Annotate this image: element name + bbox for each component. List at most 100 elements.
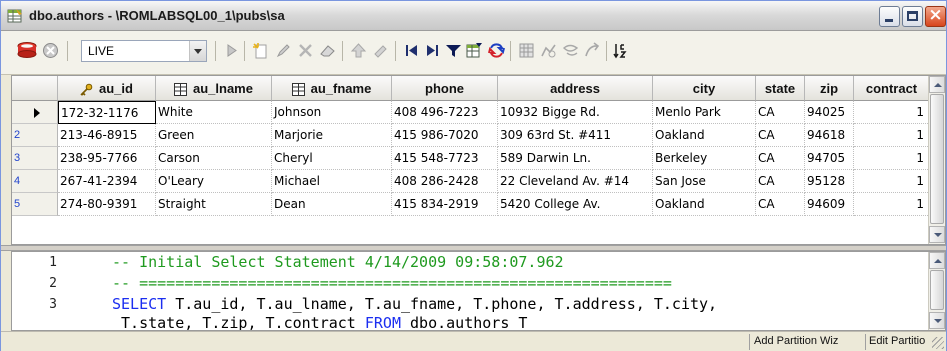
close-button[interactable]: × (925, 5, 946, 27)
cell-contract[interactable]: 1 (854, 147, 930, 170)
table-row[interactable]: 3 238-95-7766 Carson Cheryl 415 548-7723 589 … (12, 147, 945, 170)
cell-zip[interactable]: 94618 (805, 124, 854, 147)
clear-icon[interactable] (319, 42, 336, 59)
cell-au-id[interactable]: 213-46-8915 (58, 124, 156, 147)
filter-icon[interactable] (445, 42, 462, 59)
cell-au-lname[interactable]: O'Leary (156, 170, 272, 193)
new-icon[interactable] (252, 42, 269, 59)
disconnect-icon[interactable] (42, 42, 59, 59)
scroll-down-button[interactable] (929, 226, 945, 243)
cell-zip[interactable]: 94025 (805, 101, 854, 124)
column-header-phone[interactable]: phone (392, 76, 498, 101)
sort-icon[interactable] (613, 42, 630, 59)
chart-icon[interactable] (540, 42, 557, 59)
row-header[interactable]: 4 (12, 170, 58, 193)
delete-icon[interactable] (297, 42, 314, 59)
editor-vertical-scrollbar[interactable] (928, 252, 945, 330)
cell-au-id[interactable]: 238-95-7766 (58, 147, 156, 170)
cell-contract[interactable]: 1 (854, 101, 930, 124)
cell-contract[interactable]: 1 (854, 193, 930, 216)
grid-icon[interactable] (518, 42, 535, 59)
execute-icon[interactable] (223, 42, 240, 59)
cell-phone[interactable]: 408 286-2428 (392, 170, 498, 193)
cell-zip[interactable]: 95128 (805, 170, 854, 193)
scroll-up-button[interactable] (929, 252, 945, 269)
cell-contract[interactable]: 1 (854, 170, 930, 193)
title-bar[interactable]: dbo.authors - \ROMLABSQL00_1\pubs\sa × (1, 1, 946, 31)
table-row[interactable]: 2 213-46-8915 Green Marjorie 415 986-7020 309… (12, 124, 945, 147)
cell-au-fname[interactable]: Michael (272, 170, 392, 193)
column-header-zip[interactable]: zip (805, 76, 854, 101)
cell-au-fname[interactable]: Cheryl (272, 147, 392, 170)
table-row[interactable]: 4 267-41-2394 O'Leary Michael 408 286-2428 22… (12, 170, 945, 193)
last-record-icon[interactable] (424, 42, 441, 59)
cell-au-fname[interactable]: Johnson (272, 101, 392, 124)
export-icon[interactable] (584, 42, 601, 59)
table-row[interactable]: 172-32-1176 White Johnson 408 496-7223 10932… (12, 101, 945, 124)
sql-editor[interactable]: 1 2 3 4 -- Initial Select Statement 4/14… (11, 251, 946, 331)
column-header-contract[interactable]: contract (854, 76, 930, 101)
scroll-thumb[interactable] (930, 270, 944, 310)
cell-address[interactable]: 10932 Bigge Rd. (498, 101, 653, 124)
column-header-au-lname[interactable]: au_lname (156, 76, 272, 101)
cell-state[interactable]: CA (756, 101, 805, 124)
connect-icon[interactable] (16, 42, 38, 59)
cell-address[interactable]: 309 63rd St. #411 (498, 124, 653, 147)
scroll-down-button[interactable] (929, 312, 945, 329)
status-add-partition-wizard[interactable]: Add Partition Wiz (754, 335, 862, 347)
cell-state[interactable]: CA (756, 147, 805, 170)
row-header[interactable]: 3 (12, 147, 58, 170)
cell-au-lname[interactable]: Carson (156, 147, 272, 170)
cell-city[interactable]: Oakland (653, 124, 756, 147)
chevron-down-icon[interactable] (189, 41, 206, 61)
connection-combo[interactable]: LIVE (81, 40, 207, 62)
cell-au-fname[interactable]: Marjorie (272, 124, 392, 147)
query-icon[interactable] (562, 42, 579, 59)
cell-city[interactable]: Berkeley (653, 147, 756, 170)
grid-vertical-scrollbar[interactable] (928, 76, 945, 244)
column-header-city[interactable]: city (653, 76, 756, 101)
cell-state[interactable]: CA (756, 124, 805, 147)
edit-icon[interactable] (275, 42, 292, 59)
cell-phone[interactable]: 415 834-2919 (392, 193, 498, 216)
first-record-icon[interactable] (403, 42, 420, 59)
cell-state[interactable]: CA (756, 193, 805, 216)
maximize-button[interactable] (902, 6, 923, 27)
column-header-address[interactable]: address (498, 76, 653, 101)
results-grid[interactable]: au_id au_lname au_fname phone address ci… (11, 75, 946, 245)
cell-au-lname[interactable]: Straight (156, 193, 272, 216)
move-up-icon[interactable] (350, 42, 367, 59)
resize-grip[interactable] (932, 337, 944, 349)
row-header[interactable] (12, 101, 58, 124)
cell-au-lname[interactable]: White (156, 101, 272, 124)
cell-contract[interactable]: 1 (854, 124, 930, 147)
cell-au-id[interactable]: 267-41-2394 (58, 170, 156, 193)
cell-au-fname[interactable]: Dean (272, 193, 392, 216)
column-header-au-id[interactable]: au_id (58, 76, 156, 101)
cell-phone[interactable]: 415 548-7723 (392, 147, 498, 170)
refresh-icon[interactable] (488, 42, 505, 59)
cell-city[interactable]: Oakland (653, 193, 756, 216)
row-header[interactable]: 5 (12, 193, 58, 216)
cell-phone[interactable]: 415 986-7020 (392, 124, 498, 147)
cell-city[interactable]: Menlo Park (653, 101, 756, 124)
table-filter-icon[interactable] (466, 42, 483, 59)
move-down-icon[interactable] (372, 42, 389, 59)
cell-city[interactable]: San Jose (653, 170, 756, 193)
cell-au-id[interactable]: 172-32-1176 (58, 101, 156, 124)
minimize-button[interactable] (879, 6, 900, 27)
cell-address[interactable]: 22 Cleveland Av. #14 (498, 170, 653, 193)
status-edit-partition[interactable]: Edit Partitio (869, 335, 933, 347)
cell-address[interactable]: 5420 College Av. (498, 193, 653, 216)
cell-au-lname[interactable]: Green (156, 124, 272, 147)
cell-phone[interactable]: 408 496-7223 (392, 101, 498, 124)
cell-state[interactable]: CA (756, 170, 805, 193)
scroll-thumb[interactable] (930, 94, 944, 224)
column-header-state[interactable]: state (756, 76, 805, 101)
cell-au-id[interactable]: 274-80-9391 (58, 193, 156, 216)
table-row[interactable]: 5 274-80-9391 Straight Dean 415 834-2919 5420… (12, 193, 945, 216)
column-header-au-fname[interactable]: au_fname (272, 76, 392, 101)
row-header[interactable]: 2 (12, 124, 58, 147)
scroll-up-button[interactable] (929, 76, 945, 93)
cell-address[interactable]: 589 Darwin Ln. (498, 147, 653, 170)
